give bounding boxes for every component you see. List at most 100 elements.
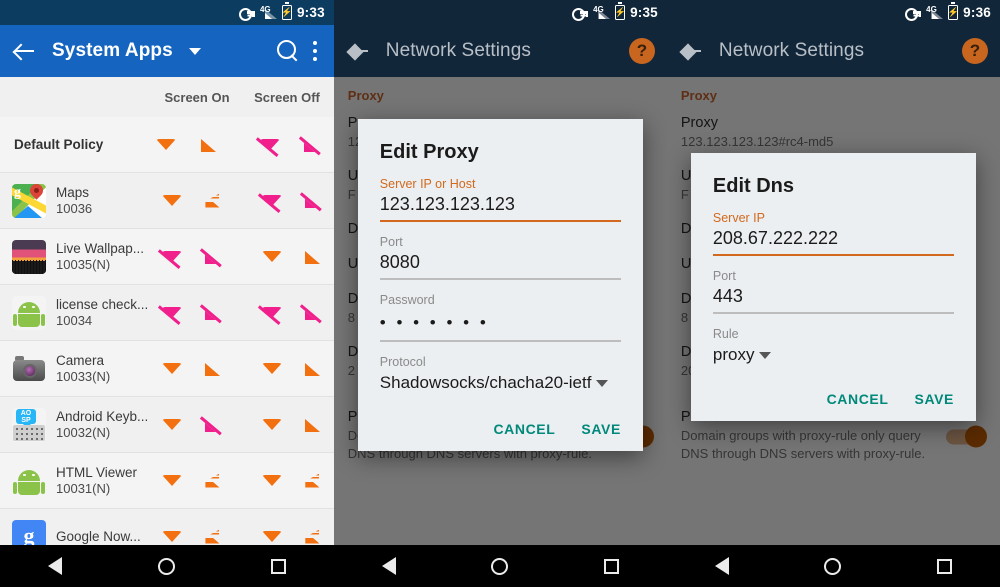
- cellular-allow-icon[interactable]: [302, 415, 324, 435]
- save-button[interactable]: SAVE: [915, 391, 955, 407]
- back-arrow-icon[interactable]: [12, 38, 38, 64]
- cellular-allow-icon[interactable]: [302, 247, 324, 267]
- wifi-allow-icon[interactable]: [261, 247, 283, 267]
- wifi-allow-icon[interactable]: [261, 471, 283, 491]
- cellular-block-icon[interactable]: [299, 135, 323, 157]
- policy-cell[interactable]: [152, 303, 193, 327]
- cellular-block-icon[interactable]: [200, 303, 224, 325]
- policy-cell[interactable]: [152, 527, 193, 547]
- policy-cell[interactable]: [193, 191, 234, 211]
- table-row[interactable]: g Maps 10036: [0, 173, 334, 229]
- wifi-allow-icon[interactable]: [161, 359, 183, 379]
- nav-recents-icon[interactable]: [937, 558, 953, 574]
- nav-home-icon[interactable]: [491, 557, 509, 575]
- cellular-partial-icon[interactable]: [202, 471, 224, 491]
- cellular-block-icon[interactable]: [300, 191, 324, 213]
- chevron-down-icon[interactable]: [759, 351, 772, 359]
- policy-cell[interactable]: [252, 471, 293, 491]
- select-field[interactable]: Shadowsocks/chacha20-ietf: [380, 369, 621, 393]
- cellular-allow-icon[interactable]: [198, 135, 220, 155]
- text-field[interactable]: 123.123.123.123: [380, 191, 621, 220]
- cellular-block-icon[interactable]: [200, 247, 224, 269]
- policy-cell[interactable]: [145, 135, 188, 155]
- policy-cell[interactable]: [293, 247, 334, 267]
- more-options-icon[interactable]: [312, 40, 318, 62]
- table-row[interactable]: license check... 10034: [0, 285, 334, 341]
- wifi-allow-icon[interactable]: [261, 415, 283, 435]
- nav-home-icon[interactable]: [824, 557, 842, 575]
- wifi-allow-icon[interactable]: [161, 415, 183, 435]
- wifi-allow-icon[interactable]: [261, 527, 283, 547]
- wifi-block-icon[interactable]: [257, 191, 283, 215]
- cellular-block-icon[interactable]: [200, 415, 224, 437]
- wifi-block-icon[interactable]: [157, 247, 183, 271]
- cellular-partial-icon[interactable]: [202, 527, 224, 547]
- nav-recents-icon[interactable]: [604, 558, 620, 574]
- wifi-allow-icon[interactable]: [161, 527, 183, 547]
- cellular-partial-icon[interactable]: [302, 527, 324, 547]
- chevron-down-icon[interactable]: [188, 47, 201, 55]
- policy-cell[interactable]: [152, 247, 193, 271]
- text-field[interactable]: 443: [713, 283, 954, 312]
- help-icon[interactable]: ?: [962, 38, 988, 64]
- policy-cell[interactable]: [293, 191, 334, 213]
- policy-cell[interactable]: [193, 527, 234, 547]
- table-row[interactable]: HTML Viewer 10031(N): [0, 453, 334, 509]
- select-field[interactable]: proxy: [713, 341, 954, 365]
- policy-cell[interactable]: [152, 471, 193, 491]
- wifi-block-icon[interactable]: [157, 303, 183, 327]
- policy-cell[interactable]: [252, 359, 293, 379]
- text-field[interactable]: 208.67.222.222: [713, 225, 954, 254]
- policy-cell[interactable]: [293, 415, 334, 435]
- back-arrow-icon[interactable]: [346, 38, 372, 64]
- password-field[interactable]: • • • • • • •: [380, 307, 621, 340]
- cellular-partial-icon[interactable]: [302, 471, 324, 491]
- policy-cell[interactable]: [193, 359, 234, 379]
- policy-cell[interactable]: [252, 415, 293, 435]
- save-button[interactable]: SAVE: [581, 421, 621, 437]
- table-row[interactable]: Live Wallpap... 10035(N): [0, 229, 334, 285]
- wifi-allow-icon[interactable]: [161, 191, 183, 211]
- wifi-block-icon[interactable]: [254, 135, 281, 159]
- policy-cell[interactable]: [252, 527, 293, 547]
- policy-cell[interactable]: [193, 247, 234, 269]
- search-icon[interactable]: [276, 40, 299, 62]
- wifi-allow-icon[interactable]: [261, 359, 283, 379]
- nav-back-icon[interactable]: [714, 557, 729, 575]
- policy-cell[interactable]: [193, 415, 234, 437]
- cancel-button[interactable]: CANCEL: [827, 391, 889, 407]
- cellular-block-icon[interactable]: [300, 303, 324, 325]
- policy-cell[interactable]: [193, 471, 234, 491]
- text-field[interactable]: 8080: [380, 249, 621, 278]
- wifi-allow-icon[interactable]: [155, 135, 177, 155]
- nav-recents-icon[interactable]: [270, 558, 286, 574]
- cellular-allow-icon[interactable]: [302, 359, 324, 379]
- cellular-allow-icon[interactable]: [202, 359, 224, 379]
- policy-cell[interactable]: [152, 359, 193, 379]
- table-row[interactable]: AO SP Android Keyb... 10032(N): [0, 397, 334, 453]
- policy-cell[interactable]: [252, 247, 293, 267]
- policy-cell[interactable]: [293, 303, 334, 325]
- nav-back-icon[interactable]: [381, 557, 396, 575]
- policy-cell[interactable]: [252, 191, 293, 215]
- policy-cell[interactable]: [252, 303, 293, 327]
- policy-cell[interactable]: [291, 135, 334, 157]
- cancel-button[interactable]: CANCEL: [493, 421, 555, 437]
- nav-back-icon[interactable]: [47, 557, 62, 575]
- policy-cell[interactable]: [248, 135, 291, 159]
- policy-cell[interactable]: [188, 135, 231, 155]
- chevron-down-icon[interactable]: [596, 379, 609, 387]
- policy-cell[interactable]: [293, 471, 334, 491]
- nav-home-icon[interactable]: [157, 557, 175, 575]
- policy-cell[interactable]: [293, 359, 334, 379]
- cellular-partial-icon[interactable]: [202, 191, 224, 211]
- policy-cell[interactable]: [193, 303, 234, 325]
- policy-cell[interactable]: [152, 415, 193, 435]
- table-row[interactable]: Camera 10033(N): [0, 341, 334, 397]
- wifi-allow-icon[interactable]: [161, 471, 183, 491]
- wifi-block-icon[interactable]: [257, 303, 283, 327]
- back-arrow-icon[interactable]: [679, 38, 705, 64]
- help-icon[interactable]: ?: [628, 38, 655, 64]
- table-row[interactable]: Default Policy: [0, 117, 334, 173]
- policy-cell[interactable]: [293, 527, 334, 547]
